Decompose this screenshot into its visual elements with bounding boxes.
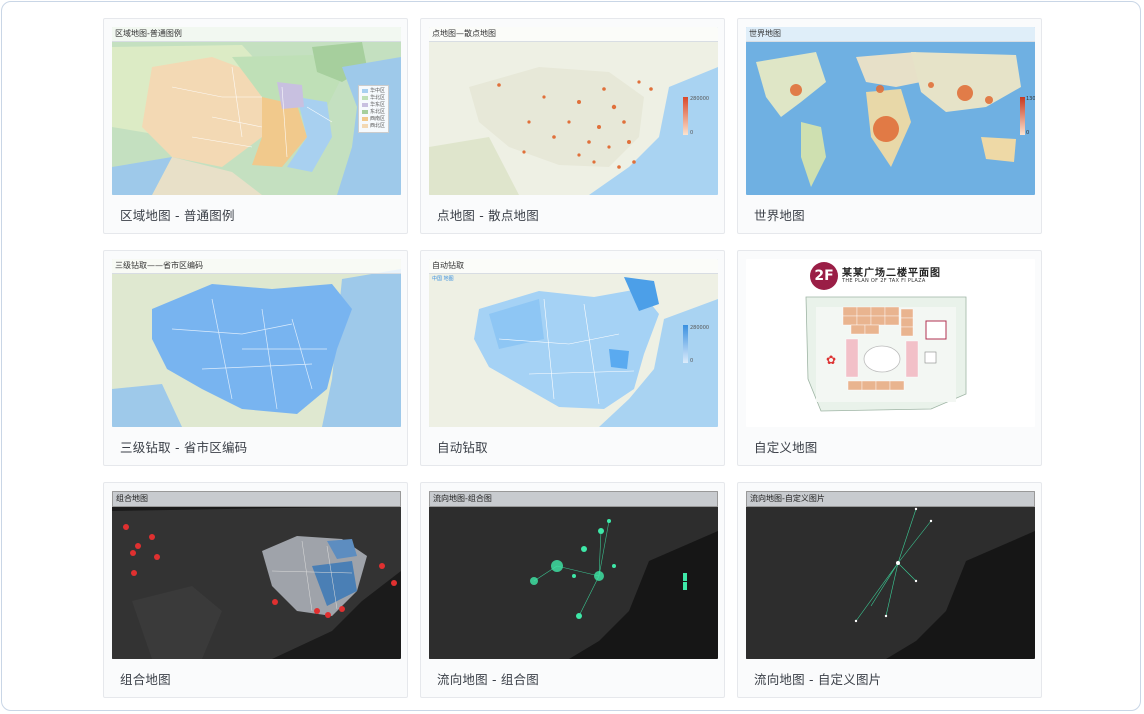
- map-card-flow-custom[interactable]: 流向地图-自定义图片 流向地图 - 自定义图片: [737, 482, 1042, 698]
- scale-max-label: 130: [1026, 96, 1035, 102]
- map-card-combo[interactable]: 组合地图 组合地图: [103, 482, 408, 698]
- thumbnail-title: 流向地图-自定义图片: [746, 491, 1035, 507]
- map-thumbnail: 点地图—散点地图 280000 0: [429, 27, 718, 195]
- thumbnail-title: 区域地图-普通图例: [112, 27, 401, 42]
- scale-min-label: 0: [1026, 130, 1030, 136]
- thumbnail-title: 自动钻取: [429, 259, 718, 274]
- svg-text:✿: ✿: [826, 353, 836, 367]
- map-thumbnail: 区域地图-普通图例 华中区 华北区 华东区 东北区 西南区 西北区: [112, 27, 401, 195]
- map-thumbnail: 流向地图-组合图: [429, 491, 718, 659]
- map-card-world[interactable]: 世界地图 130 0 世界地图: [737, 18, 1042, 234]
- map-thumbnail: 组合地图: [112, 491, 401, 659]
- card-caption: 自动钻取: [437, 440, 488, 455]
- map-subtitle: 中国 地图: [432, 276, 454, 282]
- thumbnail-title: 流向地图-组合图: [429, 491, 718, 507]
- card-caption: 流向地图 - 组合图: [437, 672, 539, 687]
- map-thumbnail: 2F 某某广场二楼平面图 THE PLAN OF 2F TAX FI PLAZA: [746, 259, 1035, 427]
- card-caption: 组合地图: [120, 672, 171, 687]
- map-card-scatter[interactable]: 点地图—散点地图 280000 0 点地图 - 散点地图: [420, 18, 725, 234]
- map-card-region-legend[interactable]: 区域地图-普通图例 华中区 华北区 华东区 东北区 西南区 西北区 区域地图 -…: [103, 18, 408, 234]
- thumbnail-title: 三级钻取——省市区编码: [112, 259, 401, 274]
- gallery-frame: 区域地图-普通图例 华中区 华北区 华东区 东北区 西南区 西北区 区域地图 -…: [1, 1, 1141, 711]
- map-card-drilldown[interactable]: 三级钻取——省市区编码 三级钻取 - 省市区编码: [103, 250, 408, 466]
- map-thumbnail: 三级钻取——省市区编码: [112, 259, 401, 427]
- scale-min-label: 0: [690, 130, 694, 136]
- map-thumbnail: 流向地图-自定义图片: [746, 491, 1035, 659]
- card-caption: 区域地图 - 普通图例: [120, 208, 235, 223]
- map-legend: 华中区 华北区 华东区 东北区 西南区 西北区: [357, 85, 389, 133]
- scale-max-label: 280000: [690, 96, 710, 102]
- card-caption: 流向地图 - 自定义图片: [754, 672, 882, 687]
- map-card-custom[interactable]: 2F 某某广场二楼平面图 THE PLAN OF 2F TAX FI PLAZA: [737, 250, 1042, 466]
- card-caption: 三级钻取 - 省市区编码: [120, 440, 248, 455]
- thumbnail-title: 点地图—散点地图: [429, 27, 718, 42]
- map-thumbnail: 自动钻取 中国 地图 280000 0: [429, 259, 718, 427]
- map-card-flow-combo[interactable]: 流向地图-组合图 流向地图 - 组合图: [420, 482, 725, 698]
- map-thumbnail: 世界地图 130 0: [746, 27, 1035, 195]
- scale-min-label: 0: [690, 358, 694, 364]
- map-card-auto-drilldown[interactable]: 自动钻取 中国 地图 280000 0 自动钻取: [420, 250, 725, 466]
- thumbnail-title: 世界地图: [746, 27, 1035, 42]
- scale-max-label: 280000: [690, 325, 710, 331]
- card-caption: 世界地图: [754, 208, 805, 223]
- thumbnail-title: 组合地图: [112, 491, 401, 507]
- card-caption: 自定义地图: [754, 440, 818, 455]
- card-caption: 点地图 - 散点地图: [437, 208, 539, 223]
